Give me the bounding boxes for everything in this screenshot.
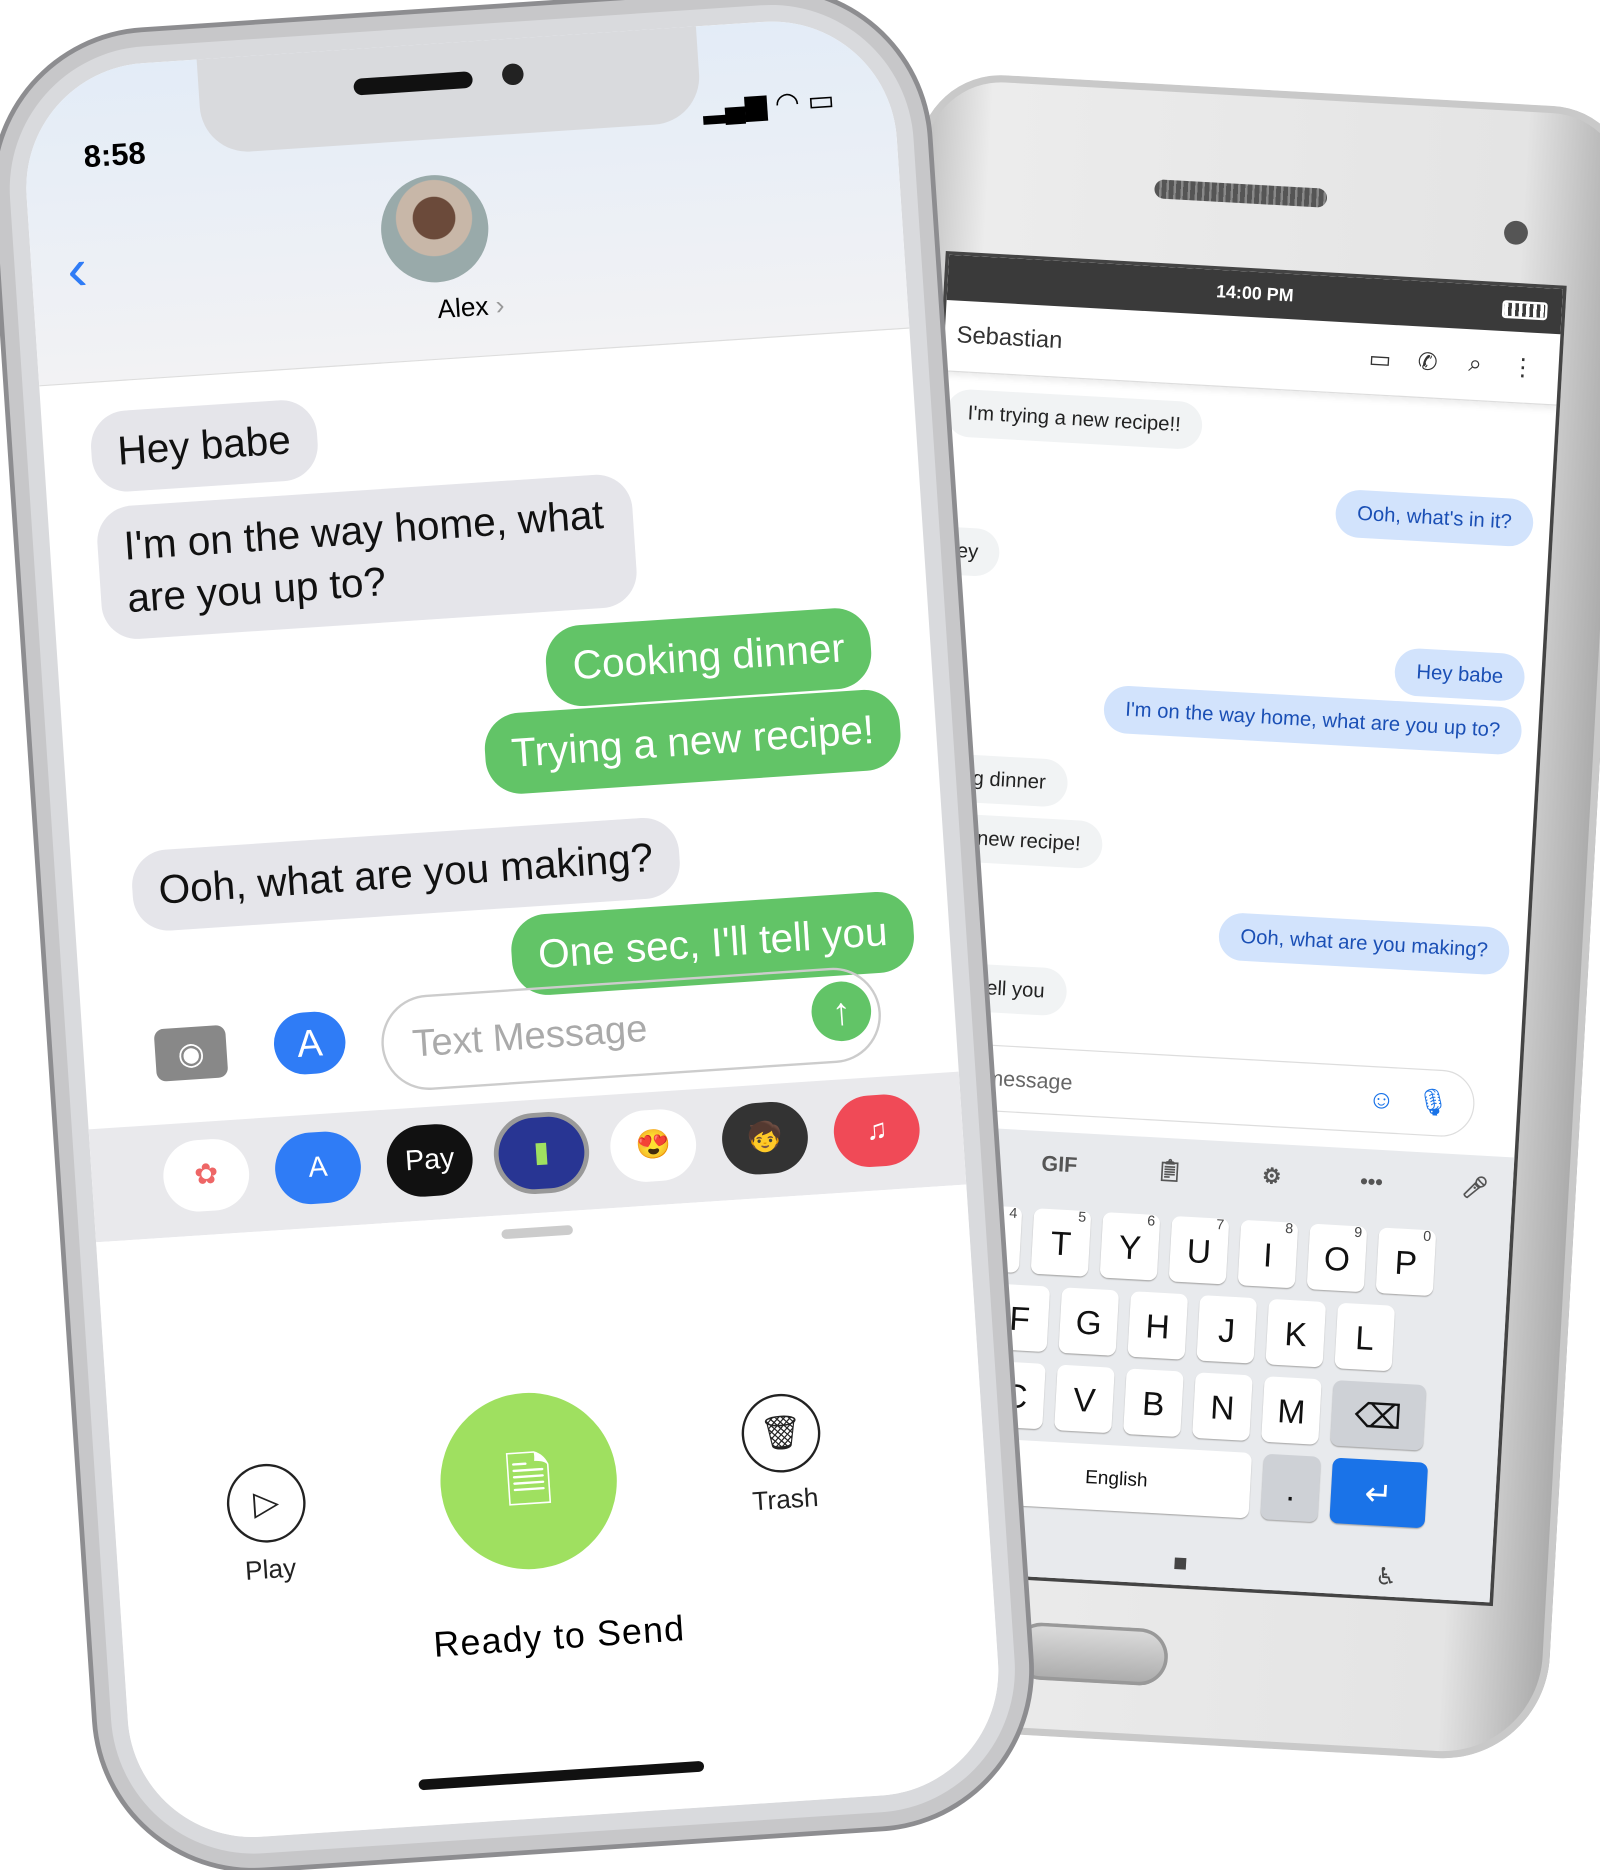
key-y[interactable]: Y6 [1099, 1212, 1161, 1281]
key-h[interactable]: H [1127, 1291, 1189, 1360]
speaker-grille [1153, 179, 1328, 208]
backspace-key[interactable]: ⌫ [1330, 1380, 1427, 1451]
play-icon: ▷ [224, 1461, 309, 1546]
voice-recorder-app-icon[interactable]: ▮ [496, 1114, 587, 1192]
app-store-app-icon[interactable]: A [272, 1129, 364, 1207]
input-placeholder: Text message [939, 1062, 1074, 1094]
message-bubble: Ooh, what are you making? [1217, 911, 1511, 976]
front-camera [1503, 220, 1529, 246]
text-message-input[interactable]: Text Message ↑ [378, 964, 884, 1093]
message-bubble: Ooh, what's in it? [1334, 488, 1535, 548]
more-menu-icon[interactable]: ⋮ [1498, 351, 1547, 383]
clipboard-icon[interactable]: 📋︎ [1155, 1158, 1184, 1185]
key-g[interactable]: G [1058, 1287, 1120, 1356]
message-bubble: I'm trying a new recipe!! [944, 388, 1204, 451]
message-bubble: Hey babe [1393, 647, 1526, 703]
send-arrow-icon[interactable]: ↑ [809, 979, 874, 1044]
search-icon[interactable]: ⌕ [1451, 350, 1500, 380]
home-button[interactable] [1011, 1621, 1170, 1687]
notch [196, 20, 703, 155]
home-indicator[interactable] [418, 1760, 705, 1791]
key-l[interactable]: L [1334, 1302, 1396, 1372]
message-list: I'm trying a new recipe!! Ooh, what's in… [901, 371, 1556, 1071]
key-b[interactable]: B [1123, 1368, 1184, 1438]
accessibility-icon[interactable]: ♿︎ [1374, 1561, 1398, 1592]
contact-name: Sebastian [955, 322, 1064, 355]
key-f[interactable]: F [989, 1283, 1051, 1353]
key-v[interactable]: V [1054, 1364, 1115, 1434]
status-time: 8:58 [82, 134, 147, 175]
key-t[interactable]: T5 [1030, 1208, 1092, 1277]
space-key[interactable]: English [980, 1438, 1253, 1519]
apple-pay-app[interactable]: Pay [384, 1121, 475, 1199]
key-m[interactable]: M [1261, 1376, 1322, 1445]
music-app-icon[interactable]: ♫ [831, 1092, 922, 1170]
contact-name[interactable]: Alex › [35, 263, 907, 352]
period-key[interactable]: . [1260, 1453, 1322, 1523]
microphone-icon[interactable]: 🎙︎ [1415, 1086, 1450, 1119]
conversation-header: 8:58 ▂▄▆ ◠ ▭ ‹ Alex › [18, 13, 910, 387]
more-icon[interactable]: ••• [1359, 1169, 1384, 1195]
avatar[interactable] [377, 171, 492, 286]
key-n[interactable]: N [1192, 1372, 1253, 1441]
trash-button[interactable]: 🗑︎ Trash [739, 1391, 826, 1517]
status-time: 14:00 PM [1215, 281, 1295, 307]
signal-wifi-battery-icon: ▂▄▆ ◠ ▭ [701, 84, 836, 125]
voice-recorder-panel: ▷ Play 🗎 🗑︎ Trash Ready to Send [96, 1184, 1007, 1846]
audio-file-send-button[interactable]: 🗎 [434, 1387, 623, 1575]
settings-gear-icon[interactable]: ⚙ [1261, 1164, 1282, 1190]
message-bubble: Hey babe [88, 397, 320, 494]
video-call-icon[interactable]: ▭ [1355, 343, 1404, 375]
battery-icon [1501, 300, 1548, 321]
key-o[interactable]: O9 [1306, 1223, 1368, 1293]
status-text: Ready to Send [432, 1609, 687, 1666]
drawer-handle[interactable] [501, 1224, 574, 1240]
photos-app-icon[interactable]: ✿ [161, 1136, 252, 1214]
back-chevron-icon[interactable]: ‹ [65, 234, 89, 304]
key-u[interactable]: U7 [1168, 1215, 1230, 1285]
phone-icon[interactable]: ✆ [1403, 346, 1452, 378]
gif-button[interactable]: GIF [1041, 1151, 1078, 1178]
emoji-icon[interactable]: ☺ [1367, 1084, 1395, 1116]
enter-key[interactable]: ↵ [1329, 1457, 1429, 1529]
voice-input-icon[interactable]: 🎤︎ [1461, 1175, 1490, 1202]
iphone: 8:58 ▂▄▆ ◠ ▭ ‹ Alex › Hey babe I'm on th… [0, 0, 1025, 1863]
key-p[interactable]: P0 [1375, 1227, 1437, 1297]
camera-icon[interactable]: ◉ [153, 1024, 229, 1082]
trash-icon: 🗑︎ [739, 1391, 823, 1476]
iphone-screen: 8:58 ▂▄▆ ◠ ▭ ‹ Alex › Hey babe I'm on th… [18, 13, 1007, 1846]
play-button[interactable]: ▷ Play [224, 1461, 311, 1587]
recents-nav-icon[interactable]: ■ [1172, 1550, 1188, 1581]
key-k[interactable]: K [1265, 1298, 1327, 1368]
memoji-stickers-icon[interactable]: 😍 [608, 1107, 699, 1185]
key-i[interactable]: I8 [1237, 1219, 1299, 1289]
animoji-icon[interactable]: 🧒 [719, 1099, 811, 1177]
message-bubble: I'm on the way home, what are you up to? [95, 472, 639, 642]
input-placeholder: Text Message [410, 1006, 649, 1065]
app-store-icon[interactable]: A [271, 1009, 348, 1077]
message-bubble: Trying a new recipe! [482, 687, 903, 796]
key-j[interactable]: J [1196, 1294, 1258, 1364]
